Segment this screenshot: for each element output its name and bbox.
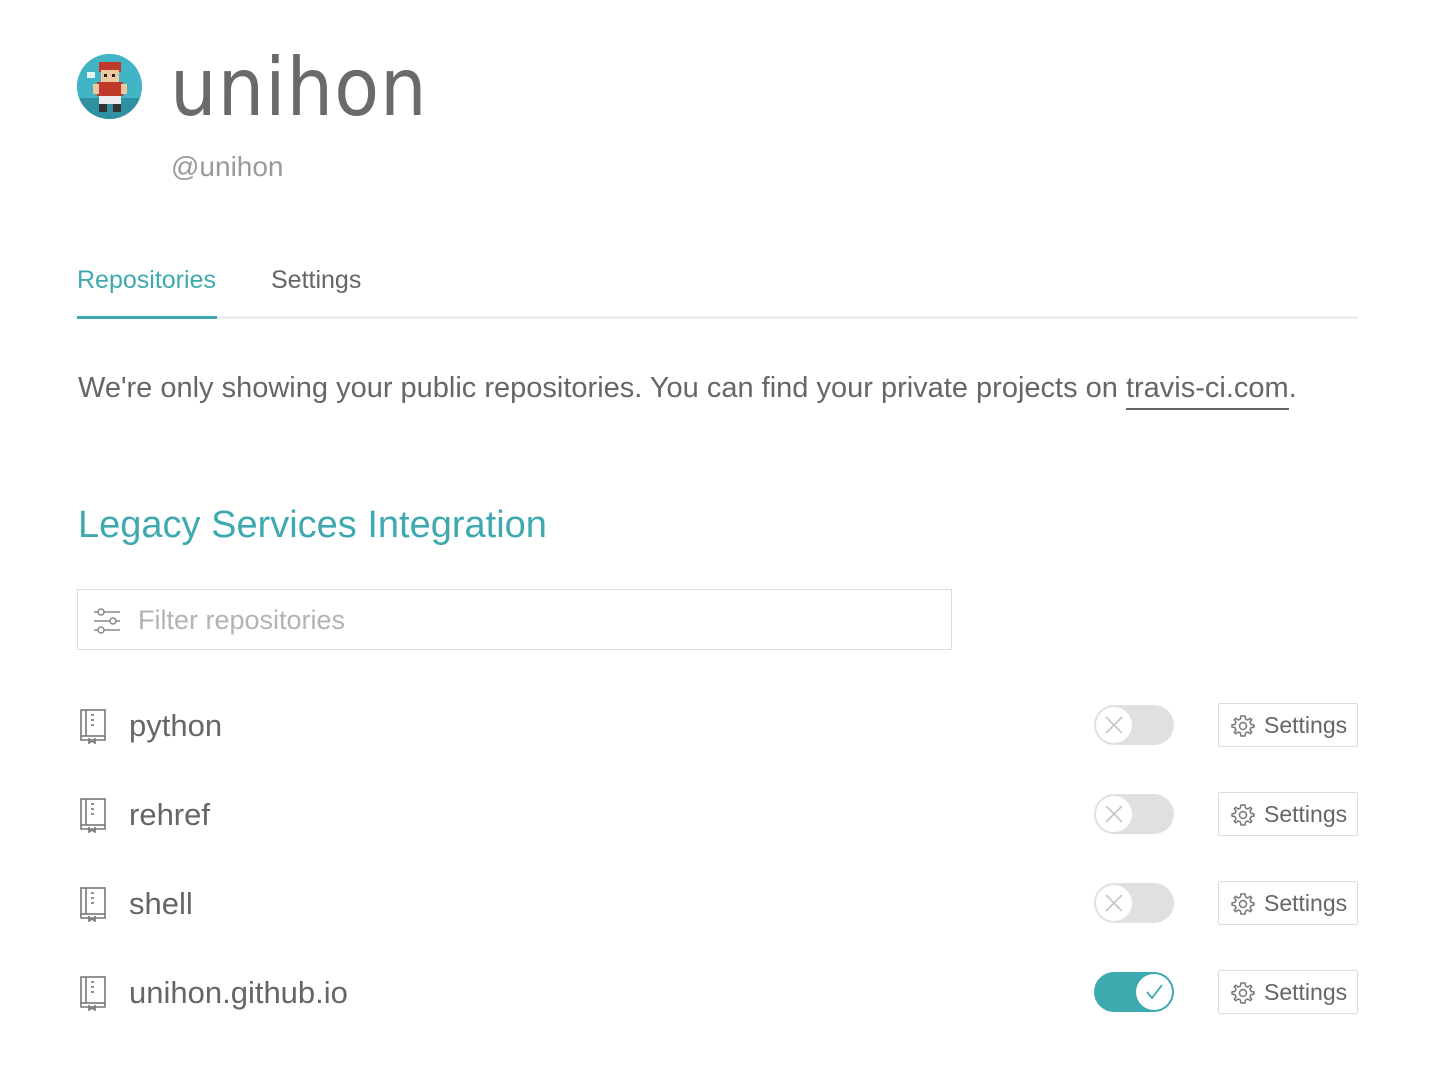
repo-row: unihon.github.io Settings <box>77 968 1358 1018</box>
repo-activation-toggle[interactable] <box>1094 794 1174 834</box>
gear-icon <box>1231 715 1255 737</box>
profile-handle: @unihon <box>171 151 284 182</box>
toggle-knob <box>1136 974 1172 1010</box>
gear-icon <box>1231 893 1255 915</box>
settings-button-label: Settings <box>1264 890 1348 916</box>
x-icon <box>1105 805 1123 823</box>
toggle-knob <box>1096 885 1132 921</box>
notice-suffix: . <box>1288 372 1297 404</box>
repo-settings-button[interactable]: Settings <box>1218 970 1358 1014</box>
repo-book-icon <box>80 709 106 744</box>
gear-icon <box>1231 804 1255 826</box>
filter-repositories-input[interactable] <box>138 598 938 642</box>
filter-box <box>77 589 952 650</box>
profile-tabs: Repositories Settings <box>77 258 1358 319</box>
repo-book-icon <box>80 887 106 922</box>
x-icon <box>1105 716 1123 734</box>
repo-book-icon <box>80 976 106 1011</box>
repo-row: python Settings <box>77 701 1358 751</box>
repo-row: rehref Settings <box>77 790 1358 840</box>
repo-row: shell Settings <box>77 879 1358 929</box>
check-icon <box>1146 984 1163 1000</box>
toggle-knob <box>1096 707 1132 743</box>
repo-settings-button[interactable]: Settings <box>1218 703 1358 747</box>
profile-page: unihon @unihon Repositories Settings We'… <box>0 0 1435 1085</box>
tab-settings[interactable]: Settings <box>271 258 361 316</box>
notice-text: We're only showing your public repositor… <box>78 372 1126 404</box>
repo-name[interactable]: rehref <box>129 790 210 840</box>
settings-button-label: Settings <box>1264 801 1348 827</box>
repo-settings-button[interactable]: Settings <box>1218 881 1358 925</box>
tab-repositories[interactable]: Repositories <box>77 258 217 319</box>
section-title: Legacy Services Integration <box>78 504 547 546</box>
gear-icon <box>1231 982 1255 1004</box>
repo-activation-toggle[interactable] <box>1094 972 1174 1012</box>
repo-book-icon <box>80 798 106 833</box>
profile-name: unihon <box>170 41 428 134</box>
repo-name[interactable]: python <box>129 701 222 751</box>
repo-activation-toggle[interactable] <box>1094 705 1174 745</box>
public-repos-notice: We're only showing your public repositor… <box>78 368 1297 410</box>
repo-activation-toggle[interactable] <box>1094 883 1174 923</box>
toggle-knob <box>1096 796 1132 832</box>
travis-ci-com-link[interactable]: travis-ci.com <box>1125 372 1289 410</box>
settings-button-label: Settings <box>1264 712 1348 738</box>
avatar <box>77 54 142 119</box>
repo-name[interactable]: shell <box>129 879 193 929</box>
x-icon <box>1105 894 1123 912</box>
settings-button-label: Settings <box>1264 979 1348 1005</box>
filter-sliders-icon <box>94 608 120 634</box>
repo-settings-button[interactable]: Settings <box>1218 792 1358 836</box>
repo-name[interactable]: unihon.github.io <box>129 968 348 1018</box>
